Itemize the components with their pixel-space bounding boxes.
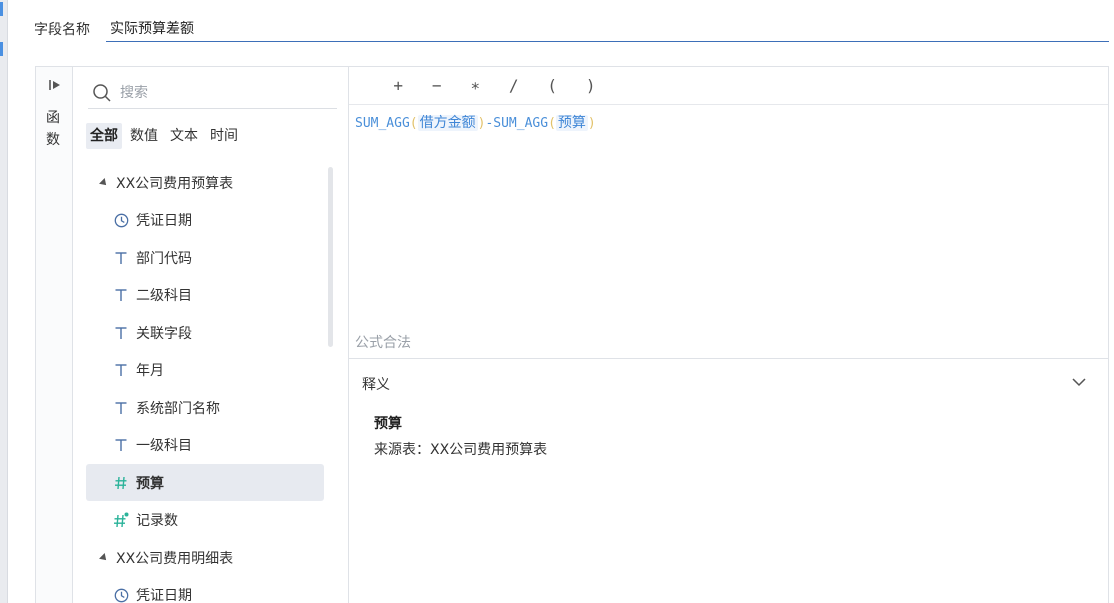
divide-operator-button[interactable]: / [495,73,534,99]
function-name: SUM_AGG [355,116,410,131]
tree-field-label: 系统部门名称 [136,400,220,417]
tree-group-label: XX公司费用明细表 [116,550,234,567]
function-name: SUM_AGG [493,116,549,131]
definition-source: 来源表：XX公司费用预算表 [374,442,548,458]
field-name-label: 字段名称 [34,22,90,38]
tree-field-label: 关联字段 [136,325,192,342]
plus-operator-button[interactable]: + [379,73,418,99]
tree-field-label: 凭证日期 [136,588,192,603]
type-filter-tabs: 全部 数值 文本 时间 [86,123,242,149]
tree-field-label: 部门代码 [136,250,192,267]
search-input[interactable] [120,82,330,104]
formula-editor[interactable]: + − ∗ / ( ) SUM_AGG(借方金额)-SUM_AGG(预算) 公式… [349,67,1108,359]
field-token[interactable]: 借方金额 [417,115,478,131]
field-token[interactable]: 预算 [555,115,588,131]
field-tree: XX公司费用预算表 凭证日期 部门代码 二级科目 关联字段 年月 系统部门名称 … [86,164,326,603]
search-icon [93,84,111,102]
definition-title: 释义 [362,377,390,393]
record-count-icon [113,512,129,528]
filter-tab-text[interactable]: 文本 [166,123,202,149]
number-type-icon [113,475,129,491]
formula-text[interactable]: SUM_AGG(借方金额)-SUM_AGG(预算) [355,113,596,134]
expand-panel-icon[interactable] [48,78,62,92]
background-sidebar-edge [0,0,8,603]
functions-rail-label[interactable]: 函数 [46,107,62,151]
tree-field-label: 记录数 [136,513,178,529]
definition-section: 释义 预算 来源表：XX公司费用预算表 [349,360,1108,603]
edge-marker [0,42,3,56]
text-type-icon [113,437,129,453]
field-name-row: 字段名称 [34,14,1110,42]
tree-field[interactable]: 一级科目 [86,427,324,464]
filter-tab-number[interactable]: 数值 [126,123,162,149]
clock-icon [113,212,129,228]
tree-field-label: 预算 [136,475,164,492]
operator-toolbar: + − ∗ / ( ) [379,73,610,99]
open-paren-button[interactable]: ( [533,73,572,99]
filter-tab-all[interactable]: 全部 [86,123,122,149]
tree-group-detail-table[interactable]: XX公司费用明细表 [86,539,324,576]
multiply-operator-button[interactable]: ∗ [456,73,495,99]
collapse-triangle-icon[interactable] [99,552,109,563]
tree-field-label: 凭证日期 [136,213,192,229]
search-box [88,79,337,109]
field-list-panel: 全部 数值 文本 时间 XX公司费用预算表 凭证日期 [73,67,349,603]
tree-group-budget-table[interactable]: XX公司费用预算表 [86,164,324,201]
tree-field[interactable]: 系统部门名称 [86,389,324,426]
close-paren-button[interactable]: ) [572,73,611,99]
clock-icon [113,587,129,603]
tree-field[interactable]: 记录数 [86,502,324,539]
tree-field[interactable]: 关联字段 [86,314,324,351]
toolbar-divider [349,104,1108,105]
field-list-scrollbar[interactable] [328,167,333,347]
text-type-icon [113,362,129,378]
field-name-input[interactable] [106,14,1109,42]
tree-field[interactable]: 凭证日期 [86,577,324,603]
tree-field[interactable]: 凭证日期 [86,202,324,239]
definition-field-name: 预算 [374,416,402,432]
text-type-icon [113,287,129,303]
tree-field-label: 年月 [136,363,164,379]
formula-status: 公式合法 [355,335,411,351]
paren: ) [587,116,596,131]
formula-editor-panel: 函数 全部 数值 文本 时间 XX公司费用预算表 [35,66,1109,603]
filter-tab-time[interactable]: 时间 [206,123,242,149]
tree-field[interactable]: 二级科目 [86,277,324,314]
paren: ( [548,116,556,131]
tree-field-label: 二级科目 [136,288,192,304]
edge-marker [0,2,3,16]
tree-group-label: XX公司费用预算表 [116,175,234,192]
minus-operator-button[interactable]: − [418,73,457,99]
text-type-icon [113,250,129,266]
paren: ( [409,116,418,131]
text-type-icon [113,400,129,416]
chevron-down-icon[interactable] [1071,376,1087,388]
tree-field-selected[interactable]: 预算 [86,464,324,501]
tree-field[interactable]: 部门代码 [86,239,324,276]
tree-field-label: 一级科目 [136,438,192,454]
text-type-icon [113,325,129,341]
functions-rail[interactable]: 函数 [36,67,73,603]
tree-field[interactable]: 年月 [86,352,324,389]
collapse-triangle-icon[interactable] [99,177,109,188]
